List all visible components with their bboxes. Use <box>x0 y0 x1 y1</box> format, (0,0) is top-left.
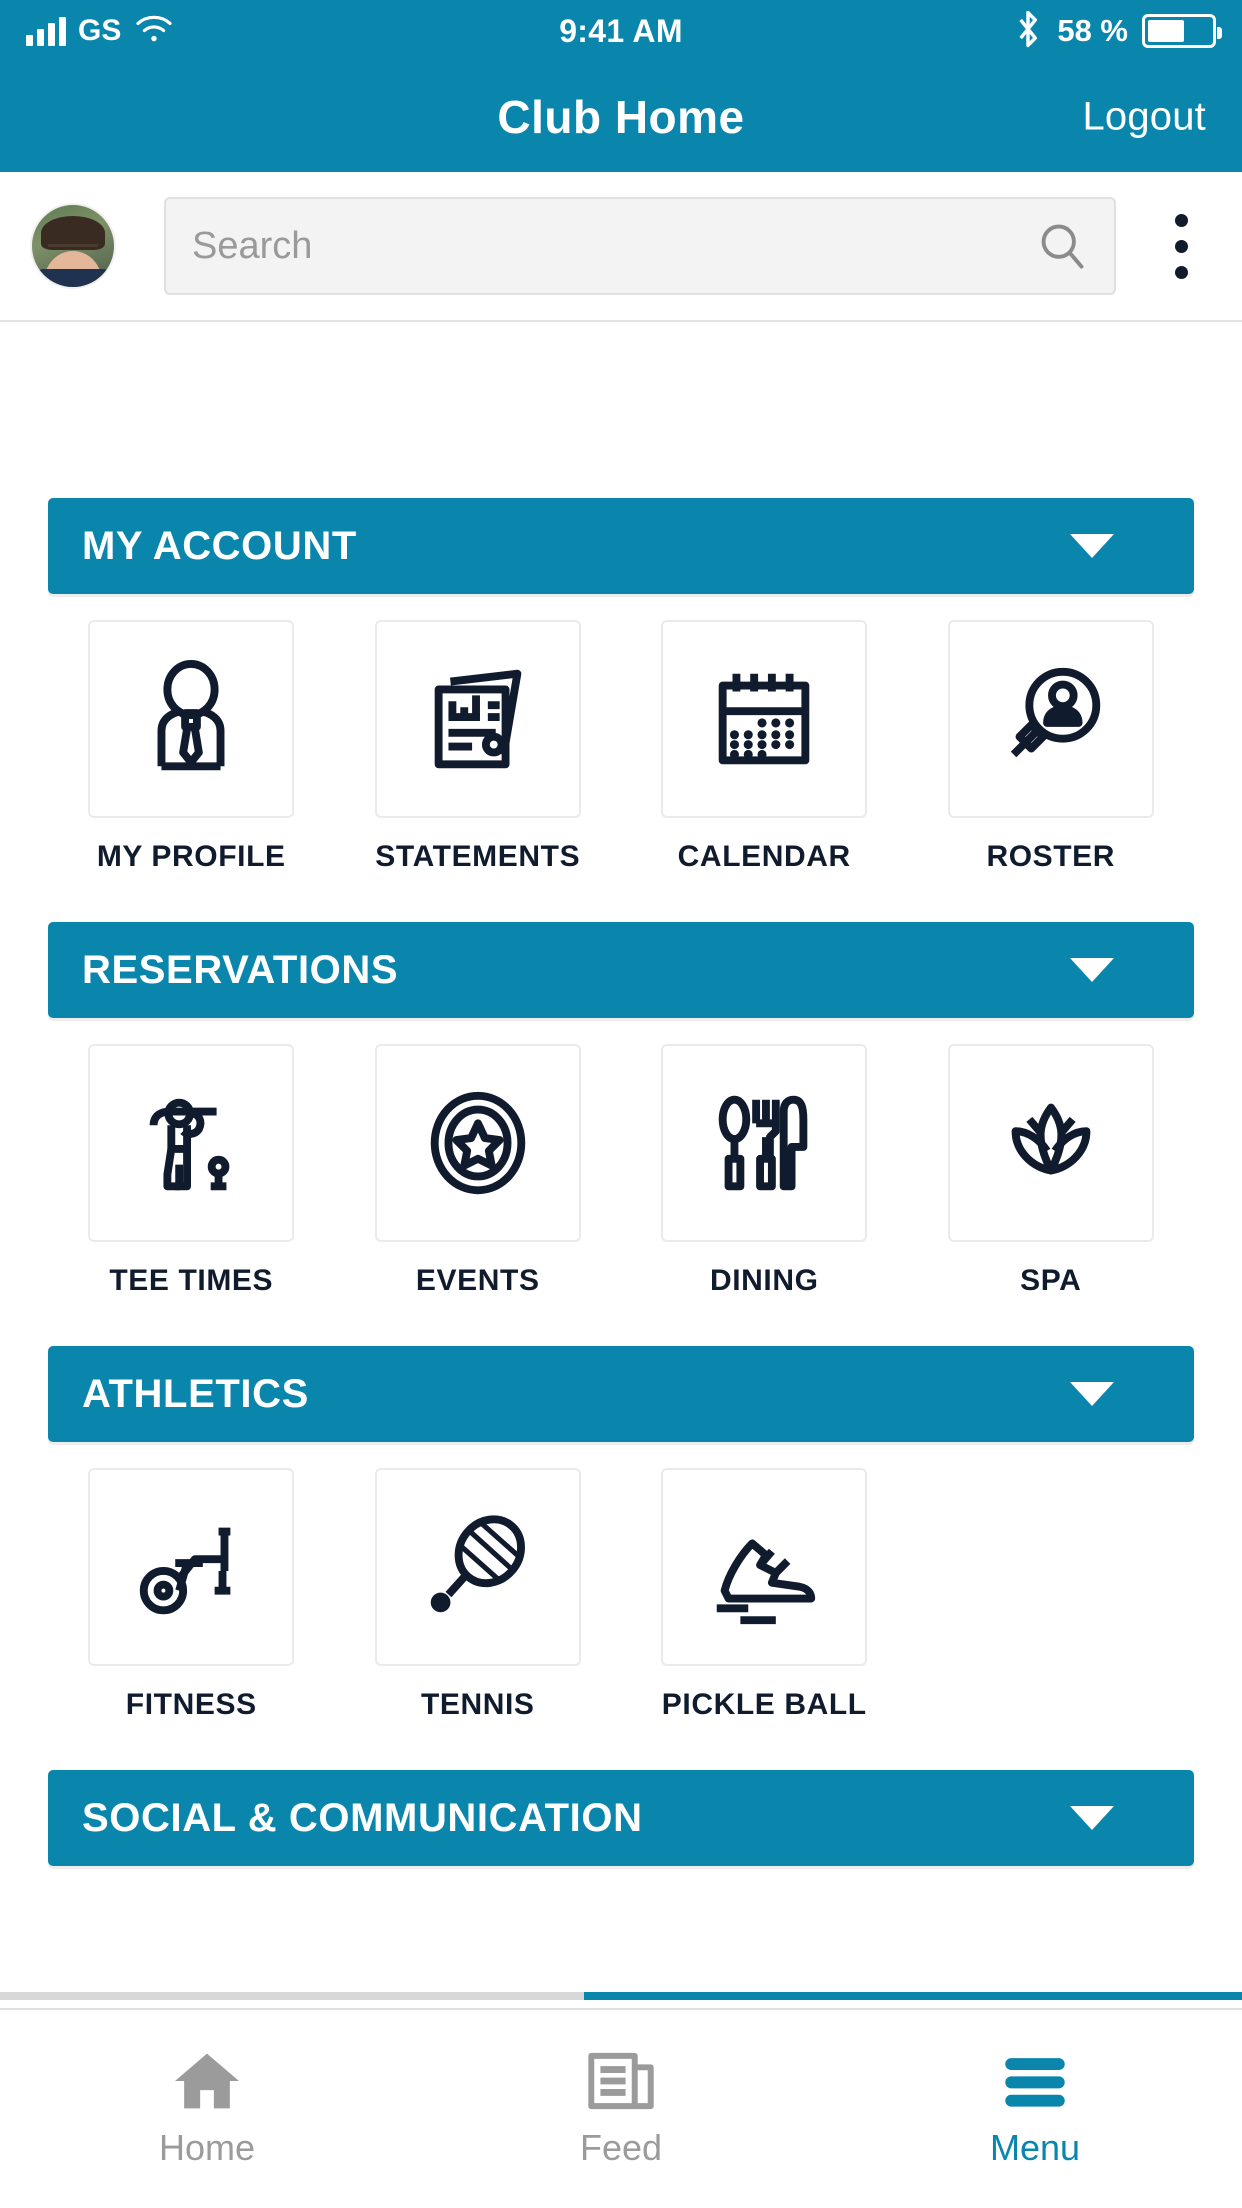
tile-calendar[interactable]: CALENDAR <box>621 620 908 874</box>
scrollbar-thumb[interactable] <box>583 1992 1242 2000</box>
tile-card[interactable] <box>88 620 295 818</box>
kebab-menu-icon[interactable] <box>1156 213 1212 279</box>
chevron-down-icon[interactable] <box>1070 534 1114 558</box>
section-social-communication: SOCIAL & COMMUNICATION <box>48 1770 1194 1866</box>
cutlery-icon <box>718 1095 808 1191</box>
status-left: GS <box>26 13 175 50</box>
section-reservations: RESERVATIONS TEE TIMES EVENTS DINING SPA <box>48 922 1194 1298</box>
tile-my-profile[interactable]: MY PROFILE <box>48 620 335 874</box>
signal-bars-icon <box>26 16 66 46</box>
lotus-icon <box>1011 1103 1091 1175</box>
wifi-icon <box>133 13 175 50</box>
chevron-down-icon[interactable] <box>1070 958 1114 982</box>
sneaker-icon <box>717 1539 816 1625</box>
tile-statements[interactable]: STATEMENTS <box>335 620 622 874</box>
tile-tee-times[interactable]: TEE TIMES <box>48 1044 335 1298</box>
tile-events[interactable]: EVENTS <box>335 1044 622 1298</box>
tile-card[interactable] <box>374 1468 581 1666</box>
tile-card[interactable] <box>661 1044 868 1242</box>
section-title: MY ACCOUNT <box>82 523 357 568</box>
section-title: ATHLETICS <box>82 1371 309 1416</box>
golfer-icon <box>149 1098 230 1191</box>
carrier-label: GS <box>78 14 122 47</box>
person-search-icon <box>1010 667 1100 758</box>
tile-empty <box>908 1468 1195 1722</box>
person-tie-icon <box>157 659 225 771</box>
tile-fitness[interactable]: FITNESS <box>48 1468 335 1722</box>
tile-grid-my-account: MY PROFILE STATEMENTS CALENDAR ROSTER <box>48 620 1194 874</box>
bluetooth-icon <box>1013 9 1043 54</box>
tile-pickle-ball[interactable]: PICKLE BALL <box>621 1468 908 1722</box>
user-avatar[interactable] <box>30 203 116 289</box>
tile-label: MY PROFILE <box>96 840 286 873</box>
hamburger-icon <box>1005 2058 1065 2107</box>
section-header-social-communication[interactable]: SOCIAL & COMMUNICATION <box>48 1770 1194 1866</box>
section-athletics: ATHLETICS FITNESS TENNIS PICKLE BALL <box>48 1346 1194 1722</box>
horizontal-scrollbar[interactable] <box>0 1992 1242 2000</box>
tile-tennis[interactable]: TENNIS <box>335 1468 622 1722</box>
tile-card-empty <box>948 1468 1154 1666</box>
search-placeholder: Search <box>192 224 313 267</box>
section-header-reservations[interactable]: RESERVATIONS <box>48 922 1194 1018</box>
tile-card[interactable] <box>88 1468 295 1666</box>
tile-label: TEE TIMES <box>109 1264 274 1297</box>
section-header-my-account[interactable]: MY ACCOUNT <box>48 498 1194 594</box>
tile-label: SPA <box>1020 1264 1082 1297</box>
tennis-racket-icon <box>430 1515 525 1613</box>
tile-card[interactable] <box>374 620 581 818</box>
tile-label: PICKLE BALL <box>661 1688 867 1721</box>
status-right: 58 % <box>1013 9 1222 54</box>
documents-chart-icon <box>434 669 522 769</box>
battery-icon <box>1142 14 1222 48</box>
tile-card[interactable] <box>661 620 868 818</box>
tile-card[interactable] <box>374 1044 581 1242</box>
tab-label: Feed <box>579 2127 663 2168</box>
tile-label: TENNIS <box>420 1688 535 1721</box>
tile-label: EVENTS <box>415 1264 540 1297</box>
tile-label: FITNESS <box>125 1688 257 1721</box>
main-content[interactable]: MY ACCOUNT MY PROFILE STATEMENTS CALENDA… <box>0 450 1242 2000</box>
tile-grid-reservations: TEE TIMES EVENTS DINING SPA <box>48 1044 1194 1298</box>
tile-card[interactable] <box>661 1468 868 1666</box>
tab-label: Menu <box>989 2127 1081 2168</box>
home-icon <box>175 2053 239 2109</box>
tile-label: DINING <box>709 1264 819 1297</box>
tab-feed[interactable]: Feed <box>414 2010 828 2208</box>
tab-menu[interactable]: Menu <box>828 2010 1242 2208</box>
tile-spa[interactable]: SPA <box>908 1044 1195 1298</box>
tile-card[interactable] <box>947 1044 1154 1242</box>
bottom-tab-bar: Home Feed Menu <box>0 2008 1242 2208</box>
logout-button[interactable]: Logout <box>1082 95 1206 140</box>
section-my-account: MY ACCOUNT MY PROFILE STATEMENTS CALENDA… <box>48 498 1194 874</box>
search-row: Search <box>0 172 1242 322</box>
tile-dining[interactable]: DINING <box>621 1044 908 1298</box>
search-input[interactable]: Search <box>164 197 1116 295</box>
page-title: Club Home <box>497 91 745 143</box>
tile-label: ROSTER <box>986 840 1116 873</box>
chevron-down-icon[interactable] <box>1070 1382 1114 1406</box>
app-header: Club Home Logout <box>0 62 1242 172</box>
status-bar: GS 9:41 AM 58 % <box>0 0 1242 62</box>
feed-icon <box>588 2052 654 2110</box>
search-icon[interactable] <box>1036 220 1088 272</box>
section-title: RESERVATIONS <box>82 947 399 992</box>
tile-card[interactable] <box>88 1044 295 1242</box>
tile-grid-athletics: FITNESS TENNIS PICKLE BALL <box>48 1468 1194 1722</box>
tile-label: CALENDAR <box>677 840 851 873</box>
battery-percent: 58 % <box>1057 13 1128 48</box>
section-title: SOCIAL & COMMUNICATION <box>82 1795 643 1840</box>
exercise-bike-icon <box>140 1527 231 1615</box>
tile-label: STATEMENTS <box>375 840 581 873</box>
section-header-athletics[interactable]: ATHLETICS <box>48 1346 1194 1442</box>
chevron-down-icon[interactable] <box>1070 1806 1114 1830</box>
star-circle-icon <box>430 1091 525 1195</box>
tab-label: Home <box>158 2127 256 2168</box>
tile-card[interactable] <box>947 620 1154 818</box>
tile-roster[interactable]: ROSTER <box>908 620 1195 874</box>
calendar-icon <box>718 673 810 765</box>
tab-home[interactable]: Home <box>0 2010 414 2208</box>
